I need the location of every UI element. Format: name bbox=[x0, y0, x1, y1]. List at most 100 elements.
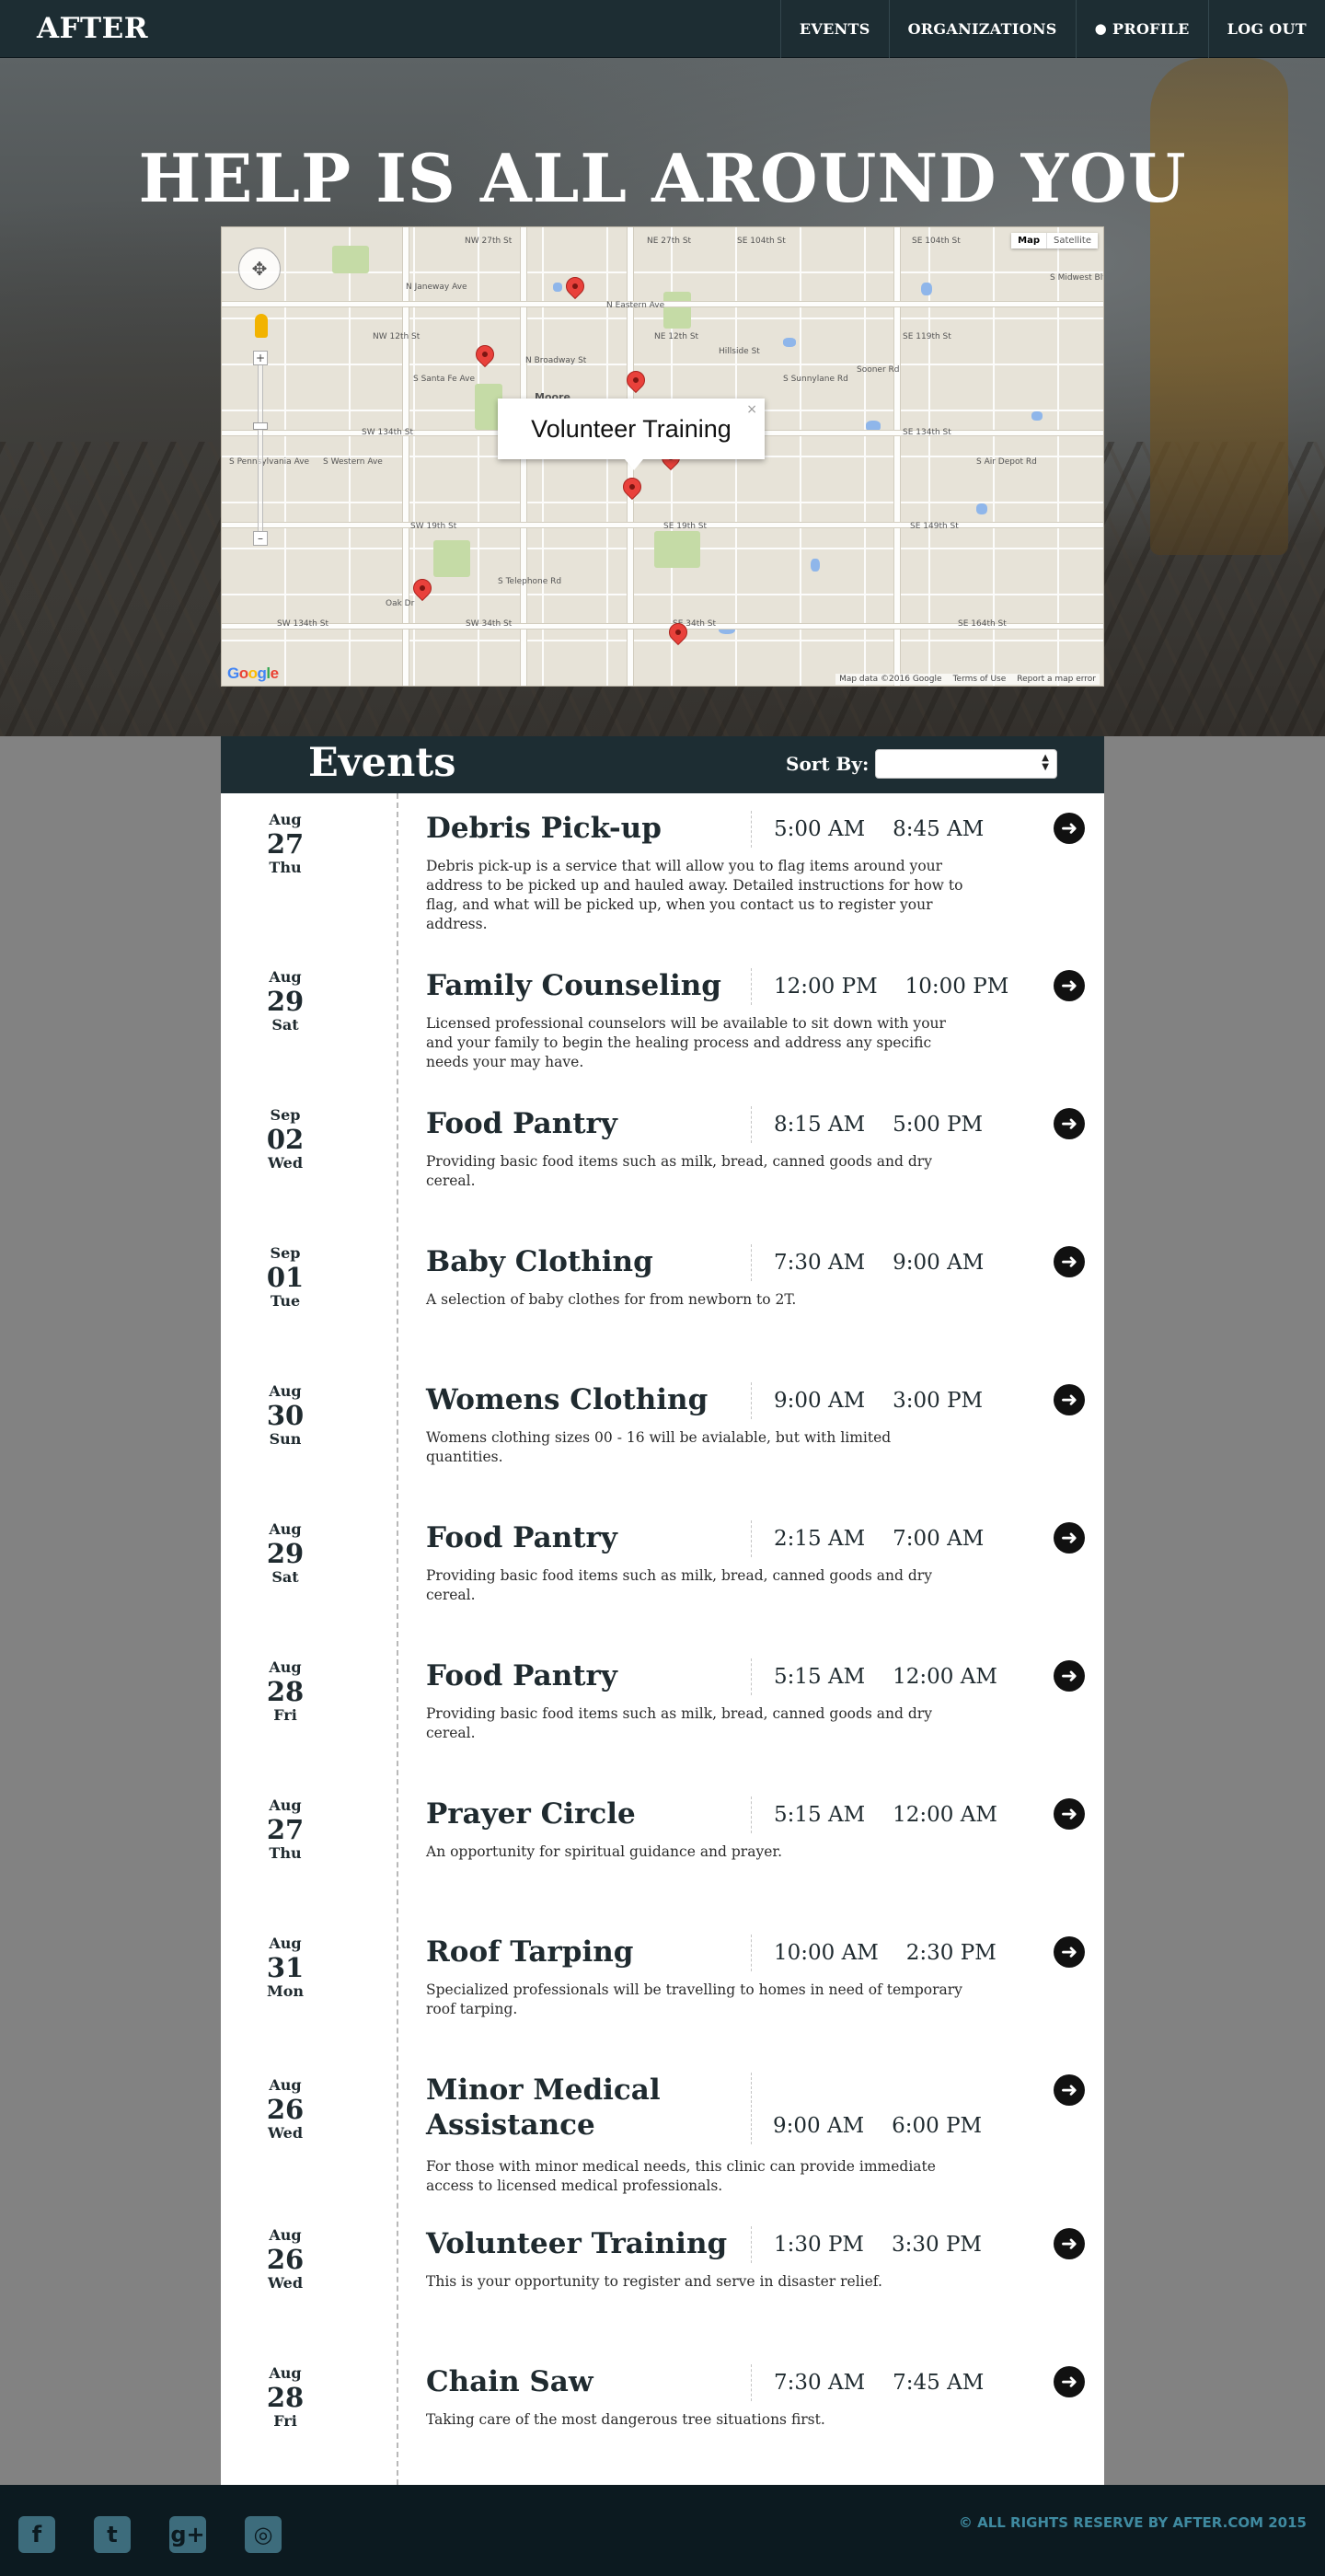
map-park bbox=[433, 540, 470, 577]
event-month: Aug bbox=[269, 2076, 302, 2094]
event-title[interactable]: Roof Tarping bbox=[426, 1935, 748, 1970]
copyright-text: © ALL RIGHTS RESERVE BY AFTER.COM 2015 bbox=[958, 2514, 1307, 2531]
map-type-satellite-button[interactable]: Satellite bbox=[1047, 233, 1098, 248]
event-end-time: 12:00 AM bbox=[893, 1803, 997, 1827]
nav-logout-link[interactable]: LOG OUT bbox=[1207, 0, 1325, 58]
arrow-right-circle-icon[interactable]: ➜ bbox=[1054, 813, 1085, 844]
event-title[interactable]: Food Pantry bbox=[426, 1658, 748, 1693]
street-label: S Santa Fe Ave bbox=[413, 375, 475, 384]
event-month: Aug bbox=[269, 1935, 302, 1952]
sort-by-select[interactable]: ▲ ▼ bbox=[875, 749, 1057, 779]
facebook-icon[interactable]: f bbox=[18, 2516, 55, 2553]
street-label: SW 19th St bbox=[410, 522, 457, 531]
arrow-right-circle-icon[interactable]: ➜ bbox=[1054, 2074, 1085, 2106]
nav-organizations-link[interactable]: ORGANIZATIONS bbox=[888, 0, 1076, 58]
info-window-close-icon[interactable]: × bbox=[746, 402, 757, 417]
arrow-right-circle-icon[interactable]: ➜ bbox=[1054, 1798, 1085, 1830]
event-title[interactable]: Chain Saw bbox=[426, 2364, 748, 2399]
hero-title: HELP IS ALL AROUND YOU bbox=[138, 139, 1187, 217]
zoom-out-button[interactable]: – bbox=[253, 531, 268, 546]
street-label: SE 104th St bbox=[912, 237, 961, 246]
event-end-time: 9:00 AM bbox=[893, 1251, 985, 1275]
event-date: Aug 26 Wed bbox=[221, 2076, 350, 2143]
brand-logo[interactable]: AFTER bbox=[37, 12, 148, 45]
events-map[interactable]: NW 27th St NE 27th St SE 104th St SE 104… bbox=[221, 226, 1104, 687]
arrow-right-circle-icon[interactable]: ➜ bbox=[1054, 1108, 1085, 1139]
event-end-time: 6:00 PM bbox=[892, 2114, 983, 2138]
event-title[interactable]: Food Pantry bbox=[426, 1106, 748, 1141]
event-title[interactable]: Womens Clothing bbox=[426, 1382, 748, 1417]
nav-link-label: PROFILE bbox=[1112, 19, 1190, 38]
street-label: NW 27th St bbox=[465, 237, 513, 246]
google-plus-icon[interactable]: g+ bbox=[169, 2516, 206, 2553]
arrow-right-circle-icon[interactable]: ➜ bbox=[1054, 1246, 1085, 1277]
event-date: Aug 26 Wed bbox=[221, 2226, 350, 2293]
arrow-right-circle-icon[interactable]: ➜ bbox=[1054, 2366, 1085, 2397]
event-start-time: 5:15 AM bbox=[774, 1665, 866, 1689]
event-title[interactable]: Minor Medical Assistance bbox=[426, 2073, 748, 2143]
map-terms-link[interactable]: Terms of Use bbox=[953, 675, 1007, 684]
events-heading: Events bbox=[308, 740, 456, 786]
event-description: Womens clothing sizes 00 - 16 will be av… bbox=[426, 1429, 892, 1465]
event-weekday: Sat bbox=[271, 1016, 299, 1034]
event-title[interactable]: Food Pantry bbox=[426, 1520, 748, 1555]
arrow-right-circle-icon[interactable]: ➜ bbox=[1054, 1384, 1085, 1415]
twitter-icon[interactable]: t bbox=[94, 2516, 131, 2553]
event-start-time: 10:00 AM bbox=[774, 1941, 879, 1965]
event-times: 10:00 AM 2:30 PM bbox=[751, 1935, 997, 1971]
arrow-right-circle-icon[interactable]: ➜ bbox=[1054, 1522, 1085, 1554]
event-title[interactable]: Prayer Circle bbox=[426, 1796, 748, 1831]
street-label: NE 27th St bbox=[647, 237, 692, 246]
map-attribution: Map data ©2016 Google Terms of Use Repor… bbox=[835, 674, 1100, 685]
info-window-title: Volunteer Training bbox=[531, 414, 732, 443]
street-label: N Eastern Ave bbox=[606, 301, 665, 310]
event-description: Specialized professionals will be travel… bbox=[426, 1981, 962, 2017]
event-times: 7:30 AM 9:00 AM bbox=[751, 1244, 984, 1281]
zoom-in-button[interactable]: + bbox=[253, 351, 268, 365]
zoom-slider-thumb[interactable] bbox=[253, 422, 268, 430]
map-water bbox=[811, 559, 820, 572]
map-type-map-button[interactable]: Map bbox=[1011, 233, 1048, 248]
event-day: 26 bbox=[266, 2094, 305, 2125]
street-label: Hillside St bbox=[719, 347, 760, 356]
nav-events-link[interactable]: EVENTS bbox=[779, 0, 889, 58]
street-label: Sooner Rd bbox=[857, 365, 900, 375]
street-label: N Broadway St bbox=[525, 356, 587, 365]
pan-control-icon[interactable]: ✥ bbox=[238, 248, 281, 290]
arrow-right-circle-icon[interactable]: ➜ bbox=[1054, 1936, 1085, 1968]
nav-link-label: EVENTS bbox=[799, 19, 870, 38]
instagram-icon[interactable]: ◎ bbox=[245, 2516, 282, 2553]
street-label: SW 134th St bbox=[277, 619, 328, 629]
event-weekday: Wed bbox=[267, 1154, 304, 1172]
street-view-pegman-icon[interactable] bbox=[255, 314, 268, 338]
street-label: SE 164th St bbox=[958, 619, 1007, 629]
nav-profile-link[interactable]: ● PROFILE bbox=[1075, 0, 1208, 58]
event-end-time: 3:00 PM bbox=[893, 1389, 984, 1413]
event-title[interactable]: Baby Clothing bbox=[426, 1244, 748, 1279]
event-times: 2:15 AM 7:00 AM bbox=[751, 1520, 984, 1557]
event-date: Aug 27 Thu bbox=[221, 811, 350, 877]
event-weekday: Fri bbox=[273, 1706, 297, 1724]
timeline-divider bbox=[397, 793, 398, 2485]
event-time-separator bbox=[751, 2073, 752, 2144]
arrow-right-circle-icon[interactable]: ➜ bbox=[1054, 2228, 1085, 2259]
event-month: Sep bbox=[270, 1106, 301, 1124]
street-label: S Pennsylvania Ave bbox=[229, 457, 310, 467]
event-times: 8:15 AM 5:00 PM bbox=[751, 1106, 983, 1143]
event-month: Sep bbox=[270, 1244, 301, 1262]
event-title[interactable]: Debris Pick-up bbox=[426, 811, 748, 846]
arrow-right-circle-icon[interactable]: ➜ bbox=[1054, 1660, 1085, 1692]
zoom-slider-track[interactable] bbox=[258, 356, 263, 540]
event-end-time: 3:30 PM bbox=[892, 2233, 982, 2257]
event-title[interactable]: Volunteer Training bbox=[426, 2226, 748, 2261]
event-month: Aug bbox=[269, 2226, 302, 2244]
event-month: Aug bbox=[269, 1796, 302, 1814]
map-report-error-link[interactable]: Report a map error bbox=[1017, 675, 1096, 684]
event-title[interactable]: Family Counseling bbox=[426, 968, 748, 1003]
arrow-right-circle-icon[interactable]: ➜ bbox=[1054, 970, 1085, 1001]
street-label: SE 134th St bbox=[903, 428, 951, 437]
street-label: S Western Ave bbox=[323, 457, 383, 467]
event-description: An opportunity for spiritual guidance an… bbox=[426, 1843, 783, 1860]
map-road bbox=[402, 227, 409, 686]
map-water bbox=[553, 283, 562, 292]
